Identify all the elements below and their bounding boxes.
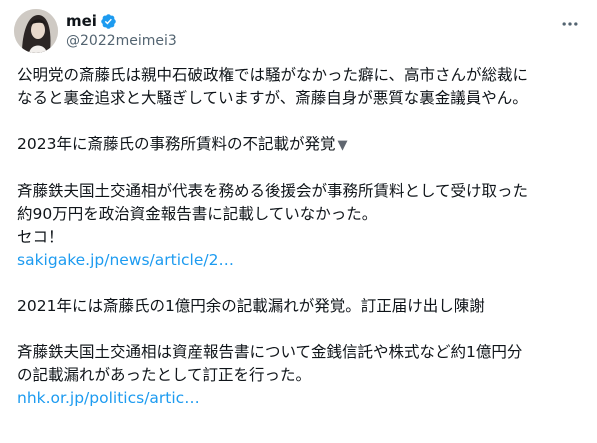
avatar-image: [14, 9, 58, 53]
post-text-line: の記載漏れがあったとして訂正を行った。: [17, 366, 312, 384]
post-card: mei @2022meimei3 公明党の斎藤氏は親中石破政権では騒がなかった癖…: [0, 0, 597, 443]
post-text-line: 約90万円を政治資金報告書に記載していなかった。: [17, 205, 378, 223]
article-link-nhk[interactable]: nhk.or.jp/politics/artic…: [17, 389, 200, 407]
post-header: mei @2022meimei3: [14, 9, 583, 57]
more-options-icon: [562, 22, 578, 26]
avatar[interactable]: [14, 9, 58, 53]
author-handle[interactable]: @2022meimei3: [66, 31, 177, 51]
post-text-line: 2023年に斎藤氏の事務所賃料の不記載が発覚 ▼: [17, 133, 583, 157]
display-name[interactable]: mei: [66, 11, 97, 31]
author-names: mei @2022meimei3: [66, 11, 177, 51]
post-body: 公明党の斎藤氏は親中石破政権では騒がなかった癖に、高市さんが総裁に なると裏金追…: [17, 64, 583, 410]
more-options-button[interactable]: [557, 11, 583, 37]
down-triangle-icon: ▼: [337, 138, 348, 153]
post-text-line: 斉藤鉄夫国土交通相が代表を務める後援会が事務所賃料として受け取った: [17, 182, 529, 200]
post-text-line: なると裏金追求と大騒ぎしていますが、斎藤自身が悪質な裏金議員やん。: [17, 89, 528, 107]
post-text-line: 斉藤鉄夫国土交通相は資産報告書について金銭信託や株式など約1億円分: [17, 343, 523, 361]
verified-badge-icon: [100, 13, 117, 30]
post-text-line: セコ！: [17, 228, 64, 246]
post-text-line: 2021年には斎藤氏の1億円余の記載漏れが発覚。訂正届け出し陳謝: [17, 297, 485, 315]
article-link-sakigake[interactable]: sakigake.jp/news/article/2…: [17, 251, 234, 269]
post-text-line: 公明党の斎藤氏は親中石破政権では騒がなかった癖に、高市さんが総裁に: [17, 66, 529, 84]
post-text: 2023年に斎藤氏の事務所賃料の不記載が発覚: [17, 135, 336, 153]
